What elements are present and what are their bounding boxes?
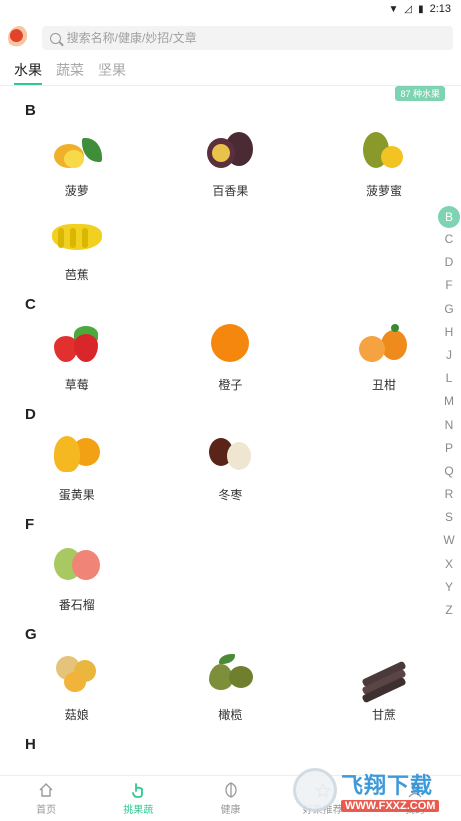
search-box[interactable] bbox=[42, 26, 453, 50]
fruit-name: 菠萝蜜 bbox=[365, 184, 402, 198]
nav-home[interactable]: 首页 bbox=[0, 776, 92, 821]
fruit-item[interactable]: 冬枣 bbox=[154, 428, 308, 512]
nav-label: 健康 bbox=[220, 804, 241, 816]
fruit-item[interactable]: 菇娘 bbox=[0, 648, 154, 732]
index-letter[interactable]: B bbox=[438, 206, 460, 228]
fruit-item[interactable]: 甘蔗 bbox=[307, 648, 461, 732]
index-letter[interactable]: D bbox=[439, 251, 459, 274]
index-letter[interactable]: G bbox=[439, 298, 459, 321]
sugarcane-icon bbox=[357, 652, 411, 704]
guava-icon bbox=[50, 542, 104, 588]
header bbox=[0, 18, 461, 58]
status-time: 2:13 bbox=[429, 3, 451, 15]
section-letter: B bbox=[25, 102, 36, 119]
shield-icon bbox=[224, 781, 237, 798]
index-letter[interactable]: W bbox=[439, 529, 459, 552]
hand-icon bbox=[132, 782, 144, 798]
section-grid: 菇娘 橄榄 甘蔗 bbox=[0, 648, 461, 732]
watermark-emblem-icon bbox=[293, 768, 337, 812]
fruit-item[interactable]: 番石榴 bbox=[0, 538, 154, 622]
fruit-item[interactable]: 百香果 bbox=[154, 124, 308, 208]
tab-nut[interactable]: 坚果 bbox=[98, 60, 126, 85]
index-letter[interactable]: R bbox=[439, 483, 459, 506]
status-bar: ▼ ◿ ▮ 2:13 bbox=[0, 0, 461, 18]
banana-icon bbox=[50, 212, 104, 258]
pineapple-icon bbox=[50, 128, 104, 174]
index-letter[interactable]: Z bbox=[439, 599, 459, 622]
category-tabs: 水果 蔬菜 坚果 bbox=[0, 58, 461, 86]
section-letter: F bbox=[25, 516, 35, 533]
ugli-icon bbox=[357, 322, 411, 368]
section-letter: D bbox=[25, 406, 36, 423]
fruit-name: 百香果 bbox=[212, 184, 249, 198]
wifi-icon: ▼ bbox=[388, 3, 399, 15]
index-letter[interactable]: J bbox=[439, 344, 459, 367]
fruit-name: 蛋黄果 bbox=[58, 488, 95, 502]
jackfruit-icon bbox=[357, 128, 411, 174]
fruit-item[interactable]: 芭蕉 bbox=[0, 208, 154, 292]
fruit-name: 番石榴 bbox=[58, 598, 95, 612]
fruit-name: 甘蔗 bbox=[371, 708, 396, 722]
alphabet-index[interactable]: B C D F G H J L M N P Q R S W X Y Z bbox=[438, 206, 460, 622]
orange-icon bbox=[203, 322, 257, 368]
index-letter[interactable]: X bbox=[439, 553, 459, 576]
nav-label: 挑果蔬 bbox=[123, 804, 154, 816]
search-input[interactable] bbox=[66, 31, 453, 45]
passionfruit-icon bbox=[203, 128, 257, 174]
watermark-title: 飞翔下载 bbox=[341, 773, 434, 798]
fruit-list[interactable]: 87 种水果 B 菠萝 百香果 菠萝蜜 芭蕉 C 草莓 橙子 丑柑 D 蛋黄果 … bbox=[0, 86, 461, 775]
tab-vegetable[interactable]: 蔬菜 bbox=[56, 60, 84, 85]
olive-icon bbox=[203, 652, 257, 698]
fruit-name: 芭蕉 bbox=[64, 268, 89, 282]
fruit-item[interactable]: 草莓 bbox=[0, 318, 154, 402]
signal-icon: ◿ bbox=[404, 3, 413, 15]
count-badge: 87 种水果 bbox=[395, 86, 445, 101]
index-letter[interactable]: Y bbox=[439, 576, 459, 599]
watermark-text: 飞翔下载 WWW.FXXZ.COM bbox=[341, 768, 440, 812]
fruit-item[interactable]: 橙子 bbox=[154, 318, 308, 402]
fruit-item[interactable]: 菠萝 bbox=[0, 124, 154, 208]
index-letter[interactable]: M bbox=[439, 390, 459, 413]
index-letter[interactable]: L bbox=[439, 367, 459, 390]
fruit-item[interactable]: 丑柑 bbox=[307, 318, 461, 402]
index-letter[interactable]: F bbox=[439, 274, 459, 297]
fruit-name: 丑柑 bbox=[371, 378, 396, 392]
nav-label: 首页 bbox=[36, 804, 57, 816]
canistel-icon bbox=[50, 432, 104, 478]
index-letter[interactable]: P bbox=[439, 437, 459, 460]
fruit-item[interactable]: 菠萝蜜 bbox=[307, 124, 461, 208]
section-grid: 番石榴 bbox=[0, 538, 461, 622]
fruit-item[interactable]: 蛋黄果 bbox=[0, 428, 154, 512]
index-letter[interactable]: H bbox=[439, 321, 459, 344]
physalis-icon bbox=[50, 652, 104, 698]
fruit-name: 菇娘 bbox=[64, 708, 89, 722]
fruit-name: 菠萝 bbox=[64, 184, 89, 198]
section-letter: H bbox=[25, 736, 36, 753]
fruit-name: 橙子 bbox=[218, 378, 243, 392]
jujube-icon bbox=[203, 432, 257, 478]
nav-health[interactable]: 健康 bbox=[184, 776, 276, 821]
section-grid: 草莓 橙子 丑柑 bbox=[0, 318, 461, 402]
fruit-name: 草莓 bbox=[64, 378, 89, 392]
home-icon bbox=[39, 782, 53, 797]
fruit-name: 橄榄 bbox=[218, 708, 243, 722]
index-letter[interactable]: S bbox=[439, 506, 459, 529]
battery-icon: ▮ bbox=[418, 3, 424, 15]
section-grid: 蛋黄果 冬枣 bbox=[0, 428, 461, 512]
index-letter[interactable]: C bbox=[439, 228, 459, 251]
strawberry-icon bbox=[50, 322, 104, 368]
watermark-logo: 飞翔下载 WWW.FXXZ.COM bbox=[293, 765, 453, 815]
nav-pick[interactable]: 挑果蔬 bbox=[92, 776, 184, 821]
section-grid: 菠萝 百香果 菠萝蜜 芭蕉 bbox=[0, 124, 461, 292]
index-letter[interactable]: N bbox=[439, 414, 459, 437]
search-icon bbox=[50, 32, 61, 44]
section-letter: G bbox=[25, 626, 37, 643]
app-logo bbox=[8, 26, 32, 50]
section-letter: C bbox=[25, 296, 36, 313]
tab-fruit[interactable]: 水果 bbox=[14, 60, 42, 85]
watermark-url: WWW.FXXZ.COM bbox=[341, 800, 440, 812]
fruit-item[interactable]: 橄榄 bbox=[154, 648, 308, 732]
index-letter[interactable]: Q bbox=[439, 460, 459, 483]
fruit-name: 冬枣 bbox=[218, 488, 243, 502]
